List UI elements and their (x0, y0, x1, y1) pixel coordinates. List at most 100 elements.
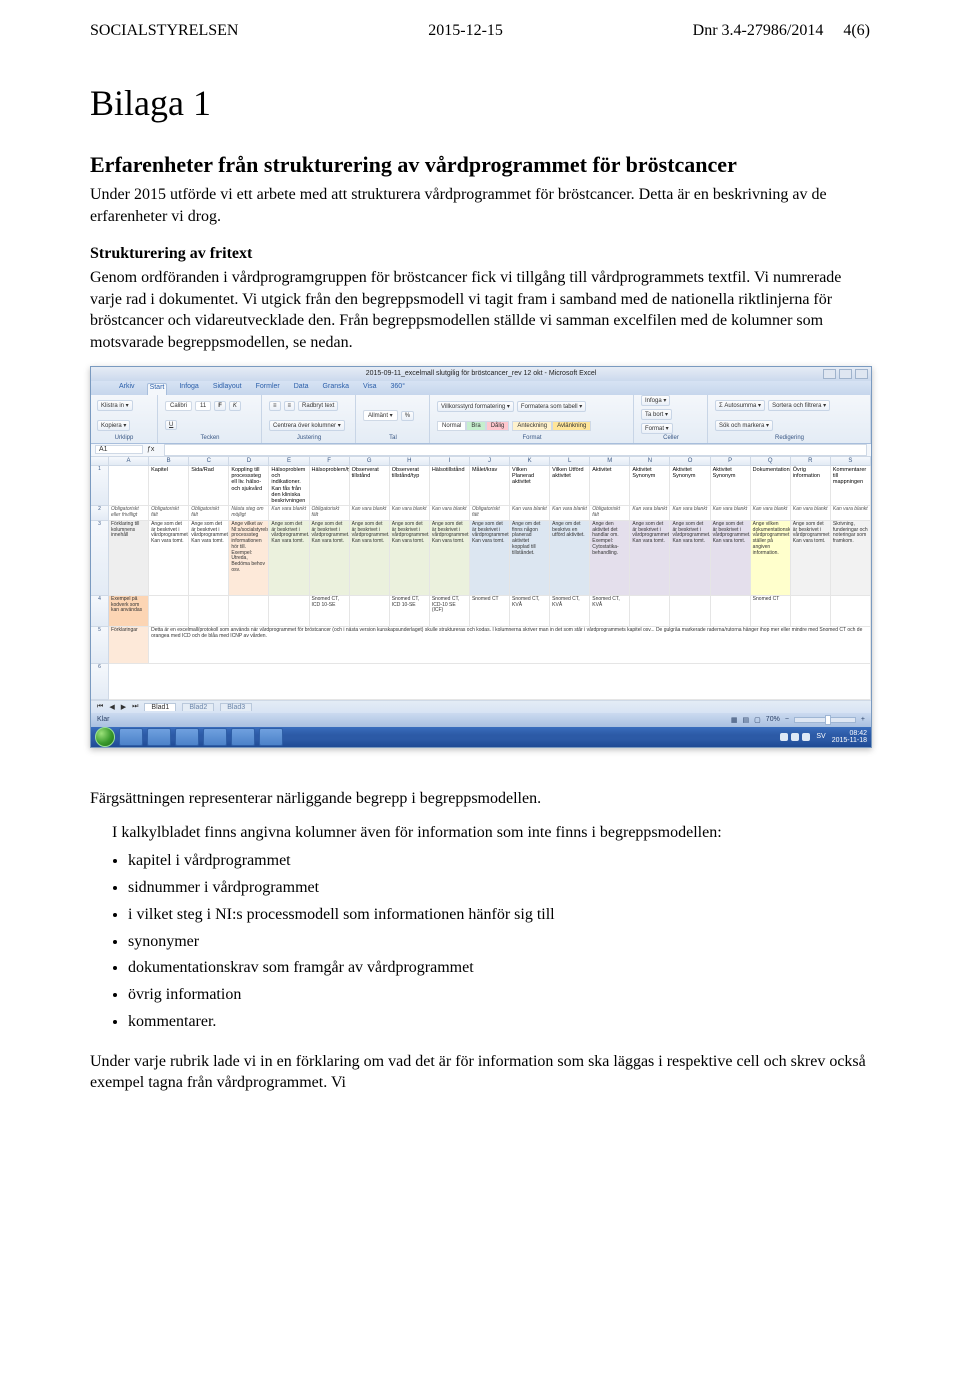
column-headers[interactable]: A B C D E F G H I J K L M N O P Q R S (91, 457, 871, 466)
tab-sidlayout[interactable]: Sidlayout (211, 383, 244, 395)
cell-K3[interactable]: Ange om det finns någon planerad aktivit… (510, 521, 550, 596)
cell-A2[interactable]: Obligatoriskt eller frivilligt (109, 506, 149, 521)
italic-button[interactable]: K (229, 401, 241, 411)
cell-H4[interactable]: Snomed CT, ICD 10-SE (390, 596, 430, 627)
styles-group[interactable]: Villkorsstyrd formatering ▾ Formatera so… (437, 398, 627, 434)
taskbar-explorer-icon[interactable] (147, 728, 171, 746)
taskbar-excel-icon[interactable] (231, 728, 255, 746)
tab-start[interactable]: Start (147, 383, 168, 395)
cell-B2[interactable]: Obligatoriskt fält (149, 506, 189, 521)
cell-L1[interactable]: Vilken Utförd aktivitet (550, 466, 590, 507)
cell-E2[interactable]: Kan vara blankt (269, 506, 309, 521)
cell-Q1[interactable]: Dokumentationskrav (751, 466, 791, 507)
view-normal-icon[interactable]: ▦ (731, 716, 738, 724)
cell-N4[interactable] (630, 596, 670, 627)
sheet-nav-last-icon[interactable]: ⏭ (132, 703, 138, 711)
cell-P1[interactable]: Aktivitet Synonym (711, 466, 751, 507)
name-box[interactable]: A1 (95, 445, 143, 454)
copy-button[interactable]: Kopiera ▾ (97, 420, 130, 431)
align-left-icon[interactable]: ≡ (269, 401, 281, 411)
cell-L3[interactable]: Ange om det beskrivs en utförd aktivitet… (550, 521, 590, 596)
sheet-nav-next-icon[interactable]: ▶ (121, 703, 126, 711)
col-G[interactable]: G (350, 457, 390, 465)
empty-area[interactable] (109, 664, 871, 700)
cell-P3[interactable]: Ange som det är beskrivet i vårdprogramm… (711, 521, 751, 596)
cell-R3[interactable]: Ange som det är beskrivet i vårdprogramm… (791, 521, 831, 596)
sheet-tabs[interactable]: ⏮ ◀ ▶ ⏭ Blad1 Blad2 Blad3 (91, 700, 871, 713)
cell-B1[interactable]: Kapitel (149, 466, 189, 507)
cell-A3[interactable]: Förklaring till kolumnens innehåll (109, 521, 149, 596)
col-Q[interactable]: Q (751, 457, 791, 465)
col-L[interactable]: L (550, 457, 590, 465)
cell-E4[interactable] (269, 596, 309, 627)
view-break-icon[interactable]: ▢ (754, 716, 761, 724)
cell-I3[interactable]: Ange som det är beskrivet i vårdprogramm… (430, 521, 470, 596)
windows-taskbar[interactable]: SV 08:42 2015-11-18 (91, 727, 871, 747)
cell-H1[interactable]: Observerat tillstånd/typ (390, 466, 430, 507)
cell-K1[interactable]: Vilken Planerad aktivitet (510, 466, 550, 507)
sheet-nav-prev-icon[interactable]: ◀ (109, 703, 114, 711)
cell-G1[interactable]: Observerat tillstånd (350, 466, 390, 507)
taskbar-ie-icon[interactable] (119, 728, 143, 746)
cell-D1[interactable]: Koppling till processsteg ell liv. hälso… (229, 466, 269, 507)
col-P[interactable]: P (711, 457, 751, 465)
cell-J4[interactable]: Snomed CT (470, 596, 510, 627)
cell-O1[interactable]: Aktivitet Synonym (670, 466, 710, 507)
cell-O3[interactable]: Ange som det är beskrivet i vårdprogramm… (670, 521, 710, 596)
percent-button[interactable]: % (401, 411, 414, 421)
taskbar-word-icon[interactable] (203, 728, 227, 746)
cell-styles-gallery[interactable]: Normal Bra Dålig (437, 421, 509, 431)
zoom-out-icon[interactable]: − (785, 716, 789, 723)
cell-G2[interactable]: Kan vara blankt (350, 506, 390, 521)
cell-Q2[interactable]: Kan vara blankt (751, 506, 791, 521)
paste-button[interactable]: Klistra in ▾ (97, 400, 133, 411)
cell-J3[interactable]: Ange som det är beskrivet i vårdprogramm… (470, 521, 510, 596)
taskbar-lang[interactable]: SV (816, 733, 825, 740)
col-A[interactable]: A (109, 457, 149, 465)
cell-M2[interactable]: Obligatoriskt fält (590, 506, 630, 521)
cell-R1[interactable]: Övrig information (791, 466, 831, 507)
cell-P2[interactable]: Kan vara blankt (711, 506, 751, 521)
cell-J2[interactable]: Obligatoriskt fält (470, 506, 510, 521)
cell-A4[interactable]: Exempel på kodverk som kan användas (109, 596, 149, 627)
tab-360[interactable]: 360° (389, 383, 407, 395)
cell-E1[interactable]: Hälsoproblem och indikationer. Kan fås f… (269, 466, 309, 507)
cell-M1[interactable]: Aktivitet (590, 466, 630, 507)
col-B[interactable]: B (149, 457, 189, 465)
cell-A5[interactable]: Förklaringar (109, 627, 149, 664)
cell-D3[interactable]: Ange vilket av NI:s/socialstyrelsens pro… (229, 521, 269, 596)
cell-B4[interactable] (149, 596, 189, 627)
cell-D2[interactable]: Nästa steg om möjligt (229, 506, 269, 521)
col-N[interactable]: N (630, 457, 670, 465)
cell-F3[interactable]: Ange som det är beskrivet i vårdprogramm… (310, 521, 350, 596)
sort-filter-button[interactable]: Sortera och filtrera ▾ (768, 400, 830, 411)
cell-E3[interactable]: Ange som det är beskrivet i vårdprogramm… (269, 521, 309, 596)
cell-P4[interactable] (711, 596, 751, 627)
cell-N1[interactable]: Aktivitet Synonym (630, 466, 670, 507)
cell-K4[interactable]: Snomed CT, KVÅ (510, 596, 550, 627)
zoom-controls[interactable]: ▦ ▤ ▢ 70% − + (731, 716, 865, 724)
number-group[interactable]: Allmänt ▾ % (363, 398, 423, 434)
col-D[interactable]: D (229, 457, 269, 465)
cell-F2[interactable]: Obligatoriskt fält (310, 506, 350, 521)
tray-icon[interactable] (802, 733, 810, 741)
cell-B5-merged[interactable]: Detta är en excelmall/protokoll som anvä… (149, 627, 871, 664)
tab-arkiv[interactable]: Arkiv (117, 383, 137, 395)
cell-J1[interactable]: Målet/krav (470, 466, 510, 507)
cell-I2[interactable]: Kan vara blankt (430, 506, 470, 521)
tab-data[interactable]: Data (292, 383, 311, 395)
style-avlank[interactable]: Avlänkning (552, 421, 591, 431)
tray-icon[interactable] (791, 733, 799, 741)
zoom-in-icon[interactable]: + (861, 716, 865, 723)
cell-I4[interactable]: Snomed CT, ICD-10 SE (ICF) (430, 596, 470, 627)
cell-Q3[interactable]: Ange vilken dokumentationskrav vårdprogr… (751, 521, 791, 596)
row-head-4[interactable]: 4 (91, 596, 109, 627)
cell-N2[interactable]: Kan vara blankt (630, 506, 670, 521)
tab-granska[interactable]: Granska (321, 383, 351, 395)
cell-C1[interactable]: Sida/Rad (189, 466, 229, 507)
cell-A1[interactable] (109, 466, 149, 507)
wrap-text-button[interactable]: Radbryt text (298, 401, 338, 411)
font-size-select[interactable]: 11 (195, 401, 211, 411)
cell-S1[interactable]: Kommentarer till mappningen (831, 466, 871, 507)
sheet-tab-1[interactable]: Blad1 (144, 703, 176, 711)
